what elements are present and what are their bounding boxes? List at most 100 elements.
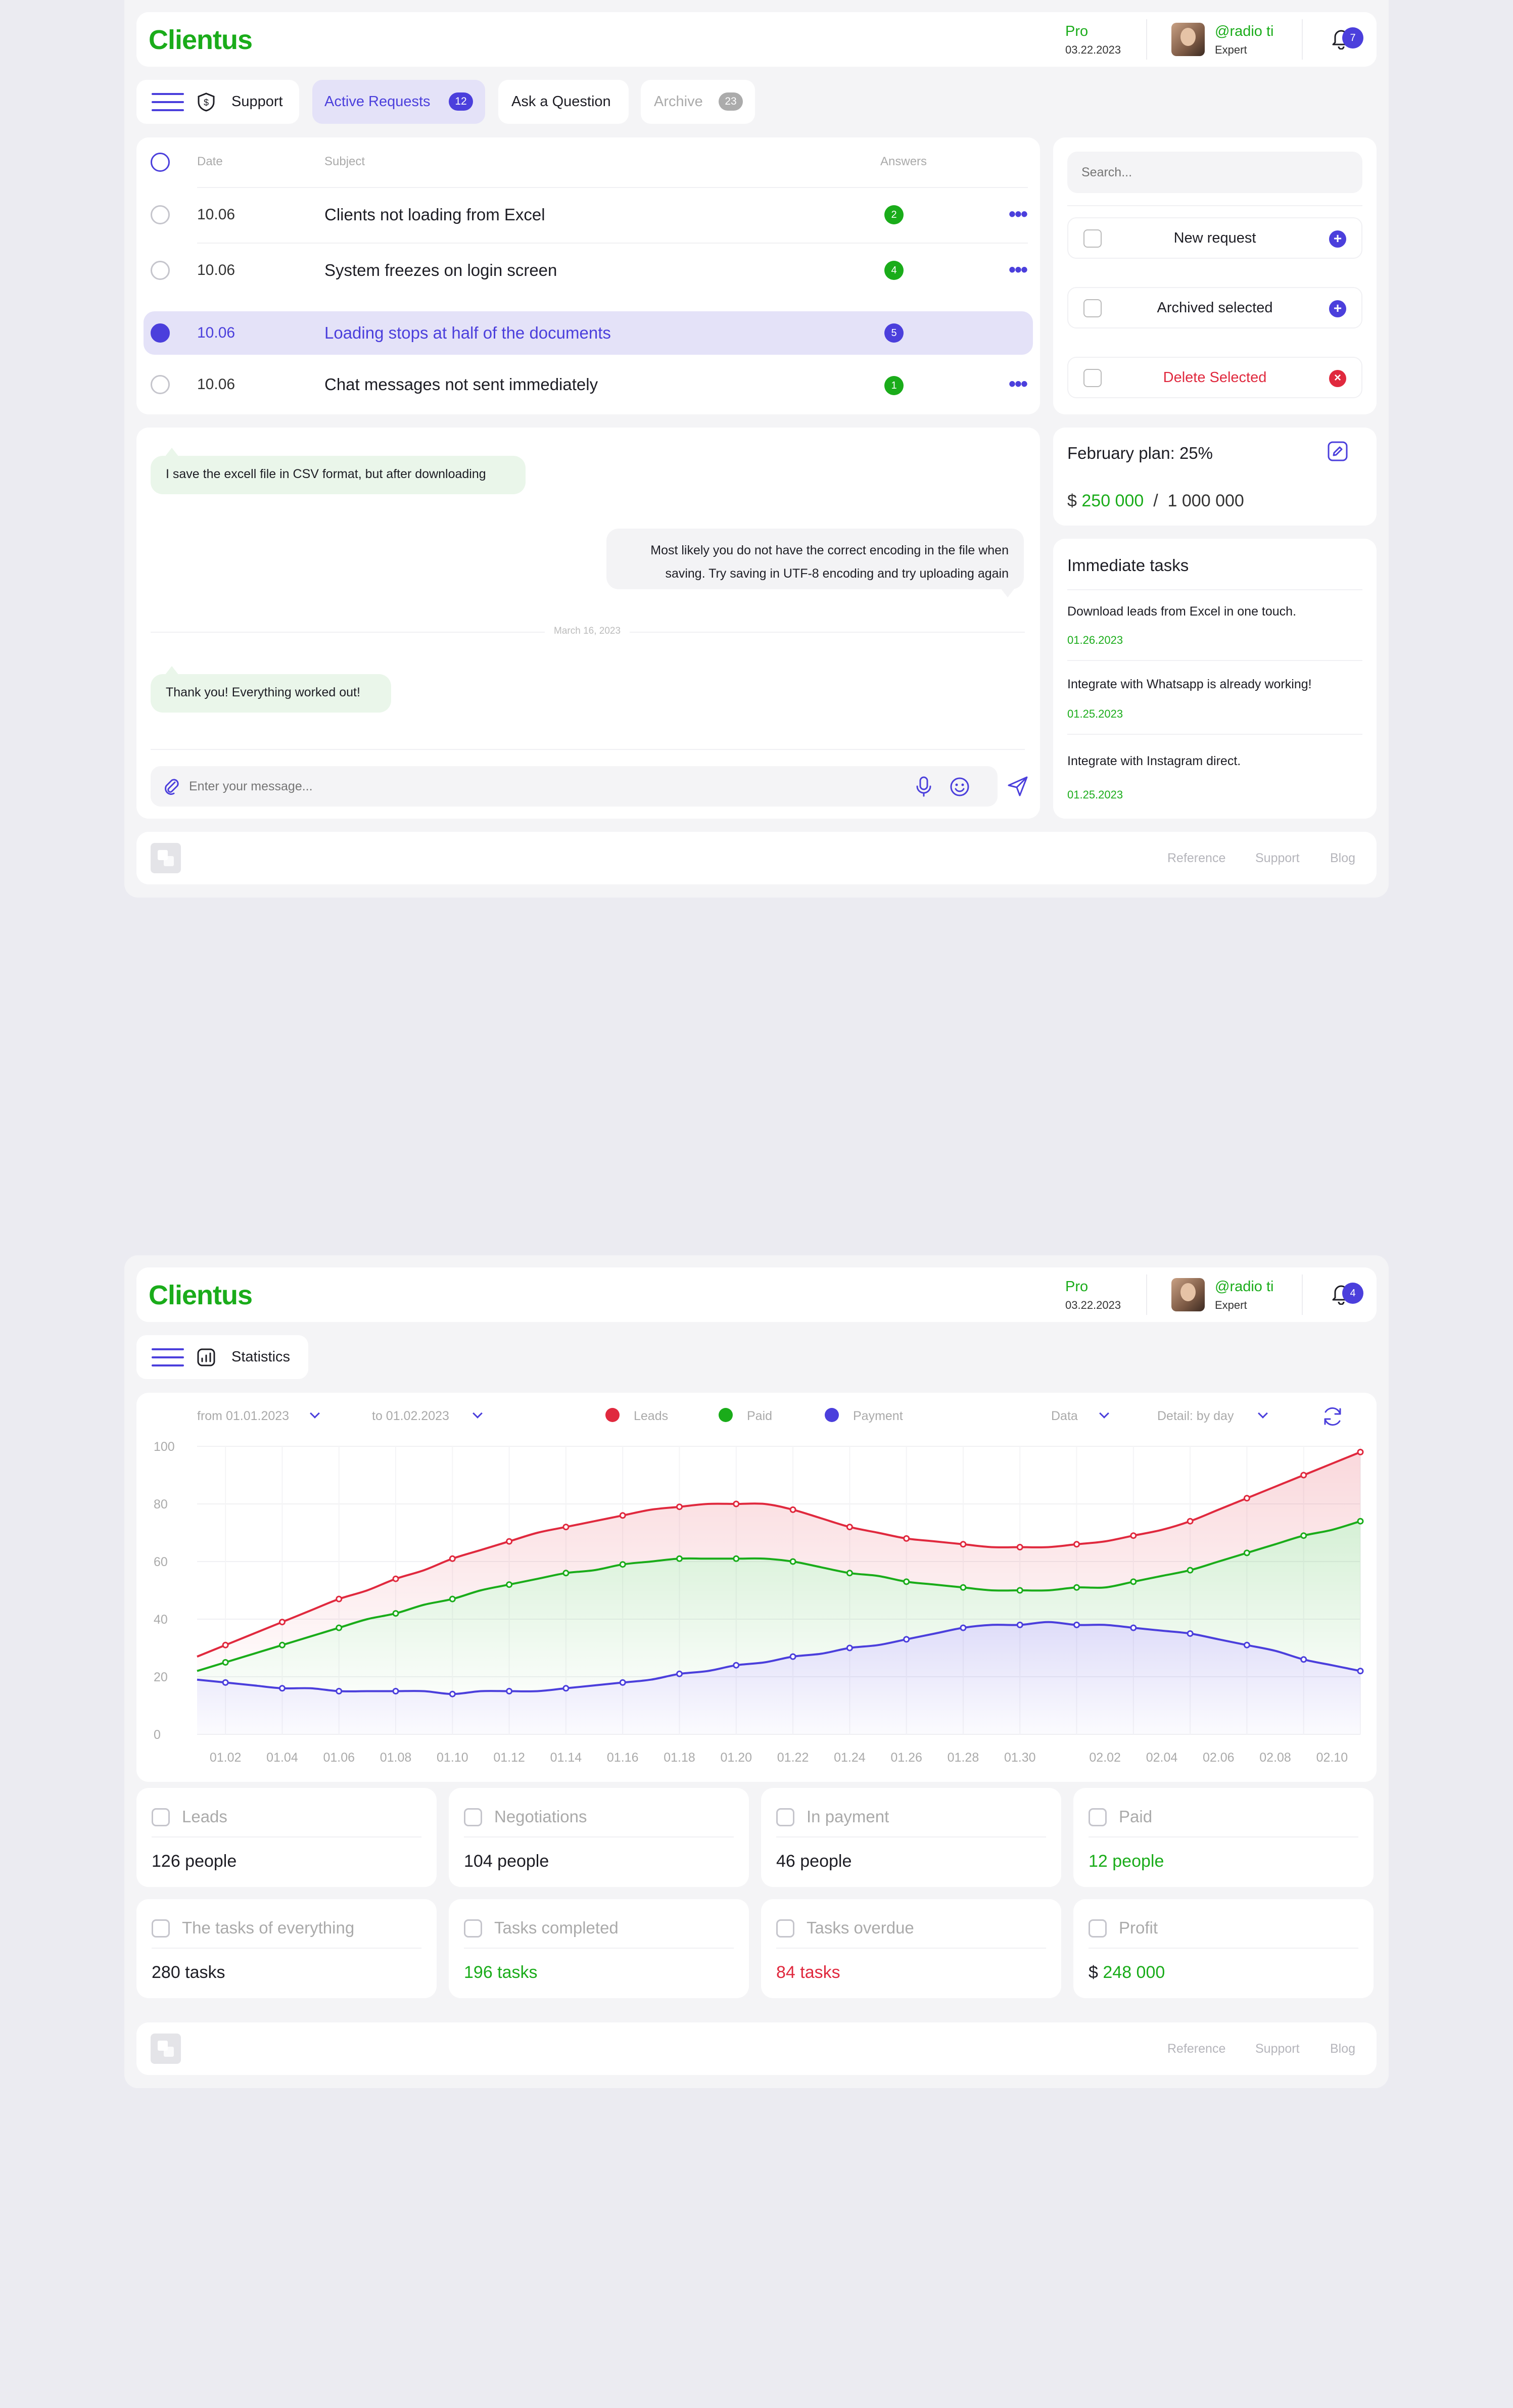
data-point <box>733 1555 740 1562</box>
footer-link-support[interactable]: Support <box>1255 2042 1300 2056</box>
chat-message-line: Most likely you do not have the correct … <box>650 543 1009 557</box>
delete-selected-button[interactable]: Delete Selected × <box>1067 357 1362 398</box>
data-point <box>903 1535 910 1542</box>
chevron-down-icon[interactable] <box>472 1408 483 1419</box>
message-input[interactable] <box>189 766 846 807</box>
tab-active-requests[interactable]: Active Requests 12 <box>312 80 485 124</box>
x-tick-label: 01.22 <box>777 1751 809 1765</box>
task-title[interactable]: Download leads from Excel in one touch. <box>1067 604 1296 619</box>
emoji-icon[interactable] <box>949 776 970 797</box>
table-row[interactable]: 10.06 System freezes on login screen 4 •… <box>136 244 1040 299</box>
tab-support[interactable]: $ Support <box>136 80 299 124</box>
row-checkbox[interactable] <box>151 375 170 394</box>
plus-icon: + <box>1329 230 1346 248</box>
answers-badge: 2 <box>884 205 904 224</box>
new-request-button[interactable]: New request + <box>1067 217 1362 259</box>
microphone-icon[interactable] <box>914 775 934 797</box>
table-row[interactable]: 10.06 Clients not loading from Excel 2 •… <box>136 187 1040 243</box>
stat-card[interactable]: The tasks of everything 280 tasks <box>136 1899 437 1998</box>
stat-card[interactable]: Negotiations 104 people <box>449 1788 749 1887</box>
footer-link-blog[interactable]: Blog <box>1330 2042 1355 2056</box>
stat-icon <box>1089 1919 1107 1938</box>
task-title[interactable]: Integrate with Instagram direct. <box>1067 754 1241 769</box>
menu-icon[interactable] <box>152 93 184 111</box>
menu-icon[interactable] <box>152 1348 184 1366</box>
task-title[interactable]: Integrate with Whatsapp is already worki… <box>1067 677 1312 692</box>
stat-icon <box>152 1919 170 1938</box>
stat-card[interactable]: Profit $ 248 000 <box>1073 1899 1374 1998</box>
legend-payment[interactable]: Payment <box>853 1409 903 1424</box>
search-input[interactable] <box>1067 152 1362 193</box>
data-point <box>1357 1448 1364 1455</box>
stat-card[interactable]: Tasks completed 196 tasks <box>449 1899 749 1998</box>
brand-logo[interactable]: Clientus <box>149 24 253 56</box>
chevron-down-icon[interactable] <box>1099 1408 1109 1419</box>
tab-statistics[interactable]: Statistics <box>136 1335 308 1379</box>
data-point <box>392 1688 399 1694</box>
footer-logo[interactable] <box>151 2034 181 2064</box>
stat-currency: $ <box>1089 1963 1098 1982</box>
footer-logo[interactable] <box>151 843 181 873</box>
chevron-down-icon[interactable] <box>310 1408 320 1419</box>
more-icon[interactable]: ••• <box>1009 374 1028 394</box>
svg-text:$: $ <box>204 98 209 108</box>
row-date: 10.06 <box>197 324 235 341</box>
stat-card[interactable]: Leads 126 people <box>136 1788 437 1887</box>
date-from-filter[interactable]: from 01.01.2023 <box>197 1409 289 1424</box>
data-filter[interactable]: Data <box>1051 1409 1078 1424</box>
data-point <box>1073 1584 1080 1591</box>
x-tick-label: 02.10 <box>1316 1751 1348 1765</box>
stat-card[interactable]: In payment 46 people <box>761 1788 1061 1887</box>
username[interactable]: @radio ti <box>1215 23 1273 40</box>
column-answers[interactable]: Answers <box>880 155 927 169</box>
x-tick-label: 01.26 <box>890 1751 922 1765</box>
stat-value: 196 tasks <box>464 1963 538 1982</box>
data-point <box>1243 1495 1250 1502</box>
table-row[interactable]: 10.06 Chat messages not sent immediately… <box>136 358 1040 413</box>
chart-icon <box>197 1348 215 1366</box>
chevron-down-icon[interactable] <box>1258 1408 1268 1419</box>
select-all-checkbox[interactable] <box>151 153 170 172</box>
more-icon[interactable]: ••• <box>1009 260 1028 280</box>
paperclip-icon[interactable] <box>162 776 182 796</box>
column-date[interactable]: Date <box>197 155 223 169</box>
brand-logo[interactable]: Clientus <box>149 1280 253 1311</box>
stat-number: 248 000 <box>1103 1963 1165 1982</box>
tab-archive[interactable]: Archive 23 <box>641 80 755 124</box>
tab-active-requests-label: Active Requests <box>324 93 431 110</box>
stat-label: Tasks completed <box>494 1918 619 1937</box>
tab-ask-question[interactable]: Ask a Question <box>498 80 629 124</box>
date-to-filter[interactable]: to 01.02.2023 <box>372 1409 449 1424</box>
legend-paid[interactable]: Paid <box>747 1409 772 1424</box>
data-point <box>449 1595 456 1602</box>
divider <box>776 1836 1046 1837</box>
avatar[interactable] <box>1171 1278 1205 1311</box>
footer-link-blog[interactable]: Blog <box>1330 851 1355 866</box>
stat-card[interactable]: Paid 12 people <box>1073 1788 1374 1887</box>
stat-value: 126 people <box>152 1852 237 1871</box>
footer-link-reference[interactable]: Reference <box>1167 2042 1225 2056</box>
refresh-icon[interactable] <box>1321 1405 1344 1428</box>
username[interactable]: @radio ti <box>1215 1279 1273 1295</box>
message-input-bar[interactable] <box>151 766 998 807</box>
legend-leads[interactable]: Leads <box>634 1409 668 1424</box>
row-checkbox-checked[interactable] <box>151 323 170 343</box>
detail-filter[interactable]: Detail: by day <box>1157 1409 1234 1424</box>
divider <box>152 1948 421 1949</box>
data-point <box>1357 1518 1364 1525</box>
archive-selected-button[interactable]: Archived selected + <box>1067 287 1362 328</box>
edit-icon[interactable] <box>1327 441 1348 462</box>
x-tick-label: 01.24 <box>834 1751 866 1765</box>
avatar[interactable] <box>1171 23 1205 56</box>
footer-link-reference[interactable]: Reference <box>1167 851 1225 866</box>
stat-card[interactable]: Tasks overdue 84 tasks <box>761 1899 1061 1998</box>
row-subject: Loading stops at half of the documents <box>324 323 611 342</box>
more-icon[interactable]: ••• <box>1009 204 1028 224</box>
row-checkbox[interactable] <box>151 205 170 224</box>
table-row-selected[interactable]: 10.06 Loading stops at half of the docum… <box>144 311 1033 355</box>
column-subject[interactable]: Subject <box>324 155 365 169</box>
row-checkbox[interactable] <box>151 261 170 280</box>
app-header: Clientus Pro 03.22.2023 @radio ti Expert… <box>136 1267 1377 1322</box>
send-icon[interactable] <box>1007 775 1029 797</box>
footer-link-support[interactable]: Support <box>1255 851 1300 866</box>
